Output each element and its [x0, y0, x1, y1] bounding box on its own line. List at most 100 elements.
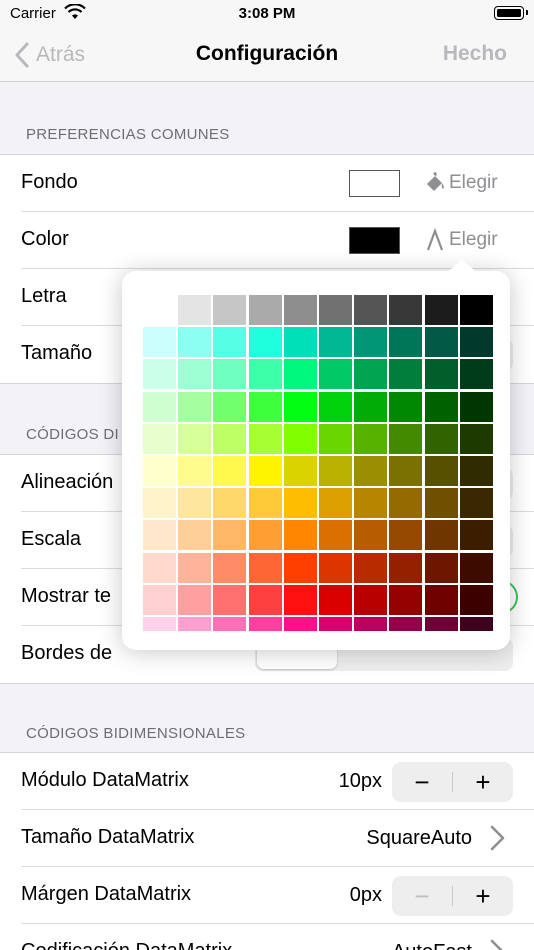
- gray-swatch[interactable]: [354, 295, 388, 325]
- modulo-datamatrix-stepper[interactable]: − +: [392, 762, 513, 802]
- color-swatch[interactable]: [213, 391, 247, 422]
- color-swatch[interactable]: [389, 391, 423, 422]
- color-choose-button[interactable]: Elegir: [424, 228, 498, 252]
- color-swatch[interactable]: [389, 359, 423, 390]
- color-swatch[interactable]: [178, 359, 212, 390]
- color-swatch[interactable]: [459, 617, 493, 631]
- gray-swatch[interactable]: [283, 295, 317, 325]
- margen-increment-button[interactable]: +: [453, 876, 513, 916]
- color-swatch[interactable]: [424, 359, 458, 390]
- gray-swatch[interactable]: [143, 295, 176, 325]
- color-swatch[interactable]: [248, 584, 282, 615]
- color-swatch[interactable]: [459, 327, 493, 358]
- color-swatch[interactable]: [283, 617, 317, 631]
- color-swatch[interactable]: [354, 617, 388, 631]
- color-swatch[interactable]: [424, 456, 458, 486]
- gray-swatch[interactable]: [424, 295, 458, 325]
- color-swatch[interactable]: [143, 617, 176, 631]
- tamano-datamatrix-row[interactable]: Tamaño DataMatrix SquareAuto: [0, 810, 534, 867]
- color-swatch[interactable]: [248, 552, 282, 583]
- gray-swatch[interactable]: [389, 295, 423, 325]
- color-swatch[interactable]: [283, 456, 317, 486]
- text-color-swatch[interactable]: [349, 227, 400, 254]
- color-swatch[interactable]: [178, 520, 212, 551]
- color-swatch[interactable]: [248, 520, 282, 551]
- color-swatch[interactable]: [283, 423, 317, 454]
- color-swatch[interactable]: [319, 520, 352, 551]
- color-swatch[interactable]: [354, 552, 388, 583]
- color-swatch[interactable]: [213, 584, 247, 615]
- modulo-decrement-button[interactable]: −: [392, 762, 452, 802]
- color-swatch[interactable]: [459, 423, 493, 454]
- color-swatch[interactable]: [143, 584, 176, 615]
- done-button[interactable]: Hecho: [443, 42, 507, 66]
- color-swatch[interactable]: [389, 327, 423, 358]
- color-swatch[interactable]: [354, 359, 388, 390]
- color-swatch[interactable]: [319, 456, 352, 486]
- color-swatch[interactable]: [213, 617, 247, 631]
- color-swatch[interactable]: [424, 552, 458, 583]
- color-swatch[interactable]: [319, 617, 352, 631]
- color-swatch[interactable]: [213, 359, 247, 390]
- color-swatch[interactable]: [143, 552, 176, 583]
- color-swatch[interactable]: [424, 327, 458, 358]
- color-swatch[interactable]: [459, 552, 493, 583]
- color-swatch[interactable]: [424, 391, 458, 422]
- fondo-color-swatch[interactable]: [349, 170, 400, 197]
- color-swatch[interactable]: [354, 520, 388, 551]
- color-swatch[interactable]: [248, 488, 282, 519]
- color-swatch[interactable]: [354, 423, 388, 454]
- color-swatch[interactable]: [213, 327, 247, 358]
- fondo-choose-button[interactable]: Elegir: [424, 171, 498, 195]
- color-swatch[interactable]: [143, 520, 176, 551]
- color-swatch[interactable]: [143, 488, 176, 519]
- color-swatch[interactable]: [248, 327, 282, 358]
- color-swatch[interactable]: [459, 584, 493, 615]
- color-swatch[interactable]: [389, 456, 423, 486]
- gray-swatch[interactable]: [178, 295, 212, 325]
- color-swatch[interactable]: [319, 359, 352, 390]
- color-swatch[interactable]: [143, 359, 176, 390]
- color-swatch[interactable]: [354, 584, 388, 615]
- color-swatch[interactable]: [354, 391, 388, 422]
- gray-swatch[interactable]: [213, 295, 247, 325]
- color-swatch[interactable]: [283, 391, 317, 422]
- color-swatch[interactable]: [389, 617, 423, 631]
- color-swatch[interactable]: [178, 456, 212, 486]
- gray-swatch[interactable]: [248, 295, 282, 325]
- gray-swatch[interactable]: [319, 295, 352, 325]
- color-swatch[interactable]: [283, 552, 317, 583]
- codificacion-datamatrix-row[interactable]: Codificación DataMatrix AutoFast: [0, 924, 534, 950]
- color-swatch[interactable]: [178, 488, 212, 519]
- color-swatch[interactable]: [213, 488, 247, 519]
- color-swatch[interactable]: [459, 456, 493, 486]
- color-swatch[interactable]: [319, 423, 352, 454]
- color-swatch[interactable]: [389, 552, 423, 583]
- color-swatch[interactable]: [389, 488, 423, 519]
- color-swatch[interactable]: [389, 584, 423, 615]
- color-swatch[interactable]: [178, 617, 212, 631]
- color-swatch[interactable]: [283, 359, 317, 390]
- color-swatch[interactable]: [354, 488, 388, 519]
- color-swatch[interactable]: [248, 359, 282, 390]
- color-swatch[interactable]: [354, 456, 388, 486]
- color-swatch[interactable]: [459, 488, 493, 519]
- color-swatch[interactable]: [424, 520, 458, 551]
- color-swatch[interactable]: [143, 423, 176, 454]
- color-swatch[interactable]: [178, 423, 212, 454]
- color-swatch[interactable]: [424, 423, 458, 454]
- color-swatch[interactable]: [248, 617, 282, 631]
- color-swatch[interactable]: [283, 584, 317, 615]
- color-swatch[interactable]: [283, 520, 317, 551]
- fondo-row[interactable]: Fondo Elegir: [0, 155, 534, 212]
- color-swatch[interactable]: [459, 359, 493, 390]
- color-swatch[interactable]: [319, 488, 352, 519]
- color-swatch[interactable]: [178, 584, 212, 615]
- color-swatch[interactable]: [248, 391, 282, 422]
- margen-datamatrix-stepper[interactable]: − +: [392, 876, 513, 916]
- color-swatch[interactable]: [319, 584, 352, 615]
- modulo-increment-button[interactable]: +: [453, 762, 513, 802]
- color-swatch[interactable]: [319, 552, 352, 583]
- color-swatch[interactable]: [283, 327, 317, 358]
- color-swatch[interactable]: [424, 584, 458, 615]
